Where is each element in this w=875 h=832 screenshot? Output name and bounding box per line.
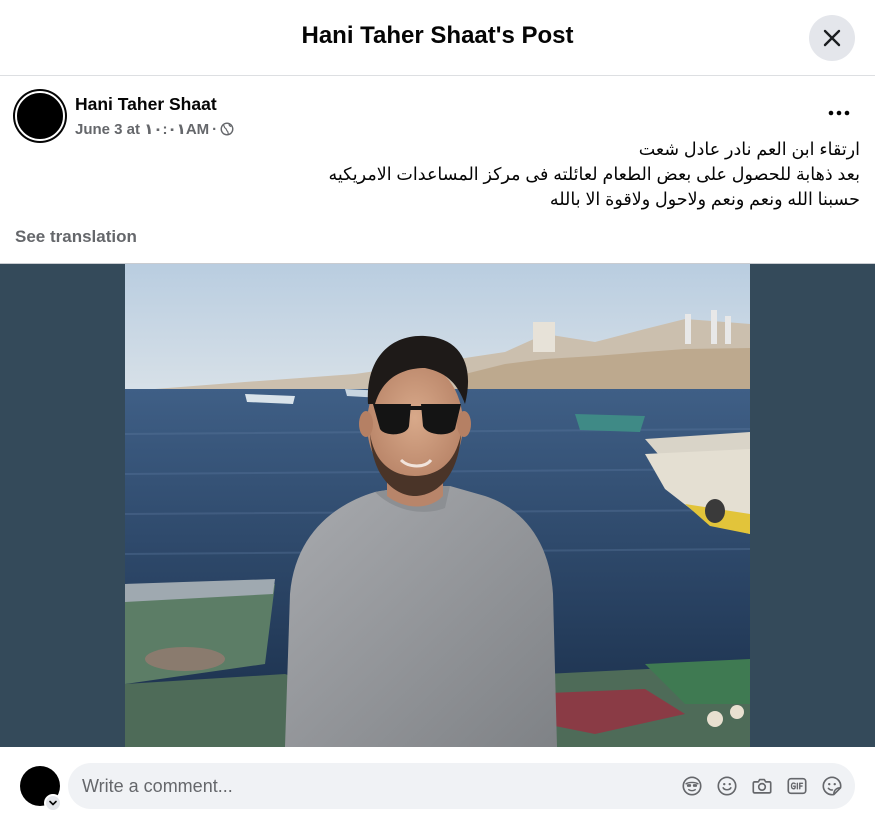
post-date[interactable]: June 3 at ١٠:٠١AM <box>75 120 209 138</box>
emoji-button[interactable] <box>715 774 739 798</box>
globe-icon[interactable] <box>220 122 234 136</box>
author-name[interactable]: Hani Taher Shaat <box>75 94 217 115</box>
close-icon <box>823 29 841 47</box>
dialog-title: Hani Taher Shaat's Post <box>301 22 574 49</box>
post-meta: June 3 at ١٠:٠١AM · <box>75 120 234 138</box>
post-photo[interactable] <box>125 264 750 747</box>
more-options-button[interactable] <box>823 101 855 125</box>
comment-composer <box>0 747 875 832</box>
gif-icon <box>787 777 807 795</box>
avatar-sticker-icon <box>682 776 702 796</box>
see-translation-link[interactable]: See translation <box>15 227 137 247</box>
sticker-button[interactable] <box>820 774 844 798</box>
close-button[interactable] <box>809 15 855 61</box>
gif-button[interactable] <box>785 774 809 798</box>
author-avatar[interactable] <box>15 91 65 141</box>
post-text-line: بعد ذهابة للحصول على بعض الطعام لعائلته … <box>328 164 860 184</box>
sticker-icon <box>822 776 842 796</box>
dialog-header: Hani Taher Shaat's Post <box>0 0 875 76</box>
post-photo-frame <box>0 263 875 747</box>
post-text-line: ارتقاء ابن العم نادر عادل شعت <box>638 139 860 159</box>
emoji-icon <box>717 776 737 796</box>
post-photo-image <box>125 264 750 747</box>
camera-button[interactable] <box>750 774 774 798</box>
comment-input-box <box>68 763 855 809</box>
meta-separator: · <box>212 120 218 138</box>
profile-switch-badge[interactable] <box>44 794 62 812</box>
more-horizontal-icon <box>828 110 850 116</box>
avatar-sticker-button[interactable] <box>680 774 704 798</box>
post-text: ارتقاء ابن العم نادر عادل شعت بعد ذهابة … <box>160 137 860 212</box>
chevron-down-icon <box>49 800 57 806</box>
comment-input[interactable] <box>82 763 662 809</box>
post-text-line: حسبنا الله ونعم ونعم ولاحول ولاقوة الا ب… <box>549 189 860 209</box>
post-author-row: Hani Taher Shaat June 3 at ١٠:٠١AM · <box>15 91 860 141</box>
camera-icon <box>752 778 772 794</box>
